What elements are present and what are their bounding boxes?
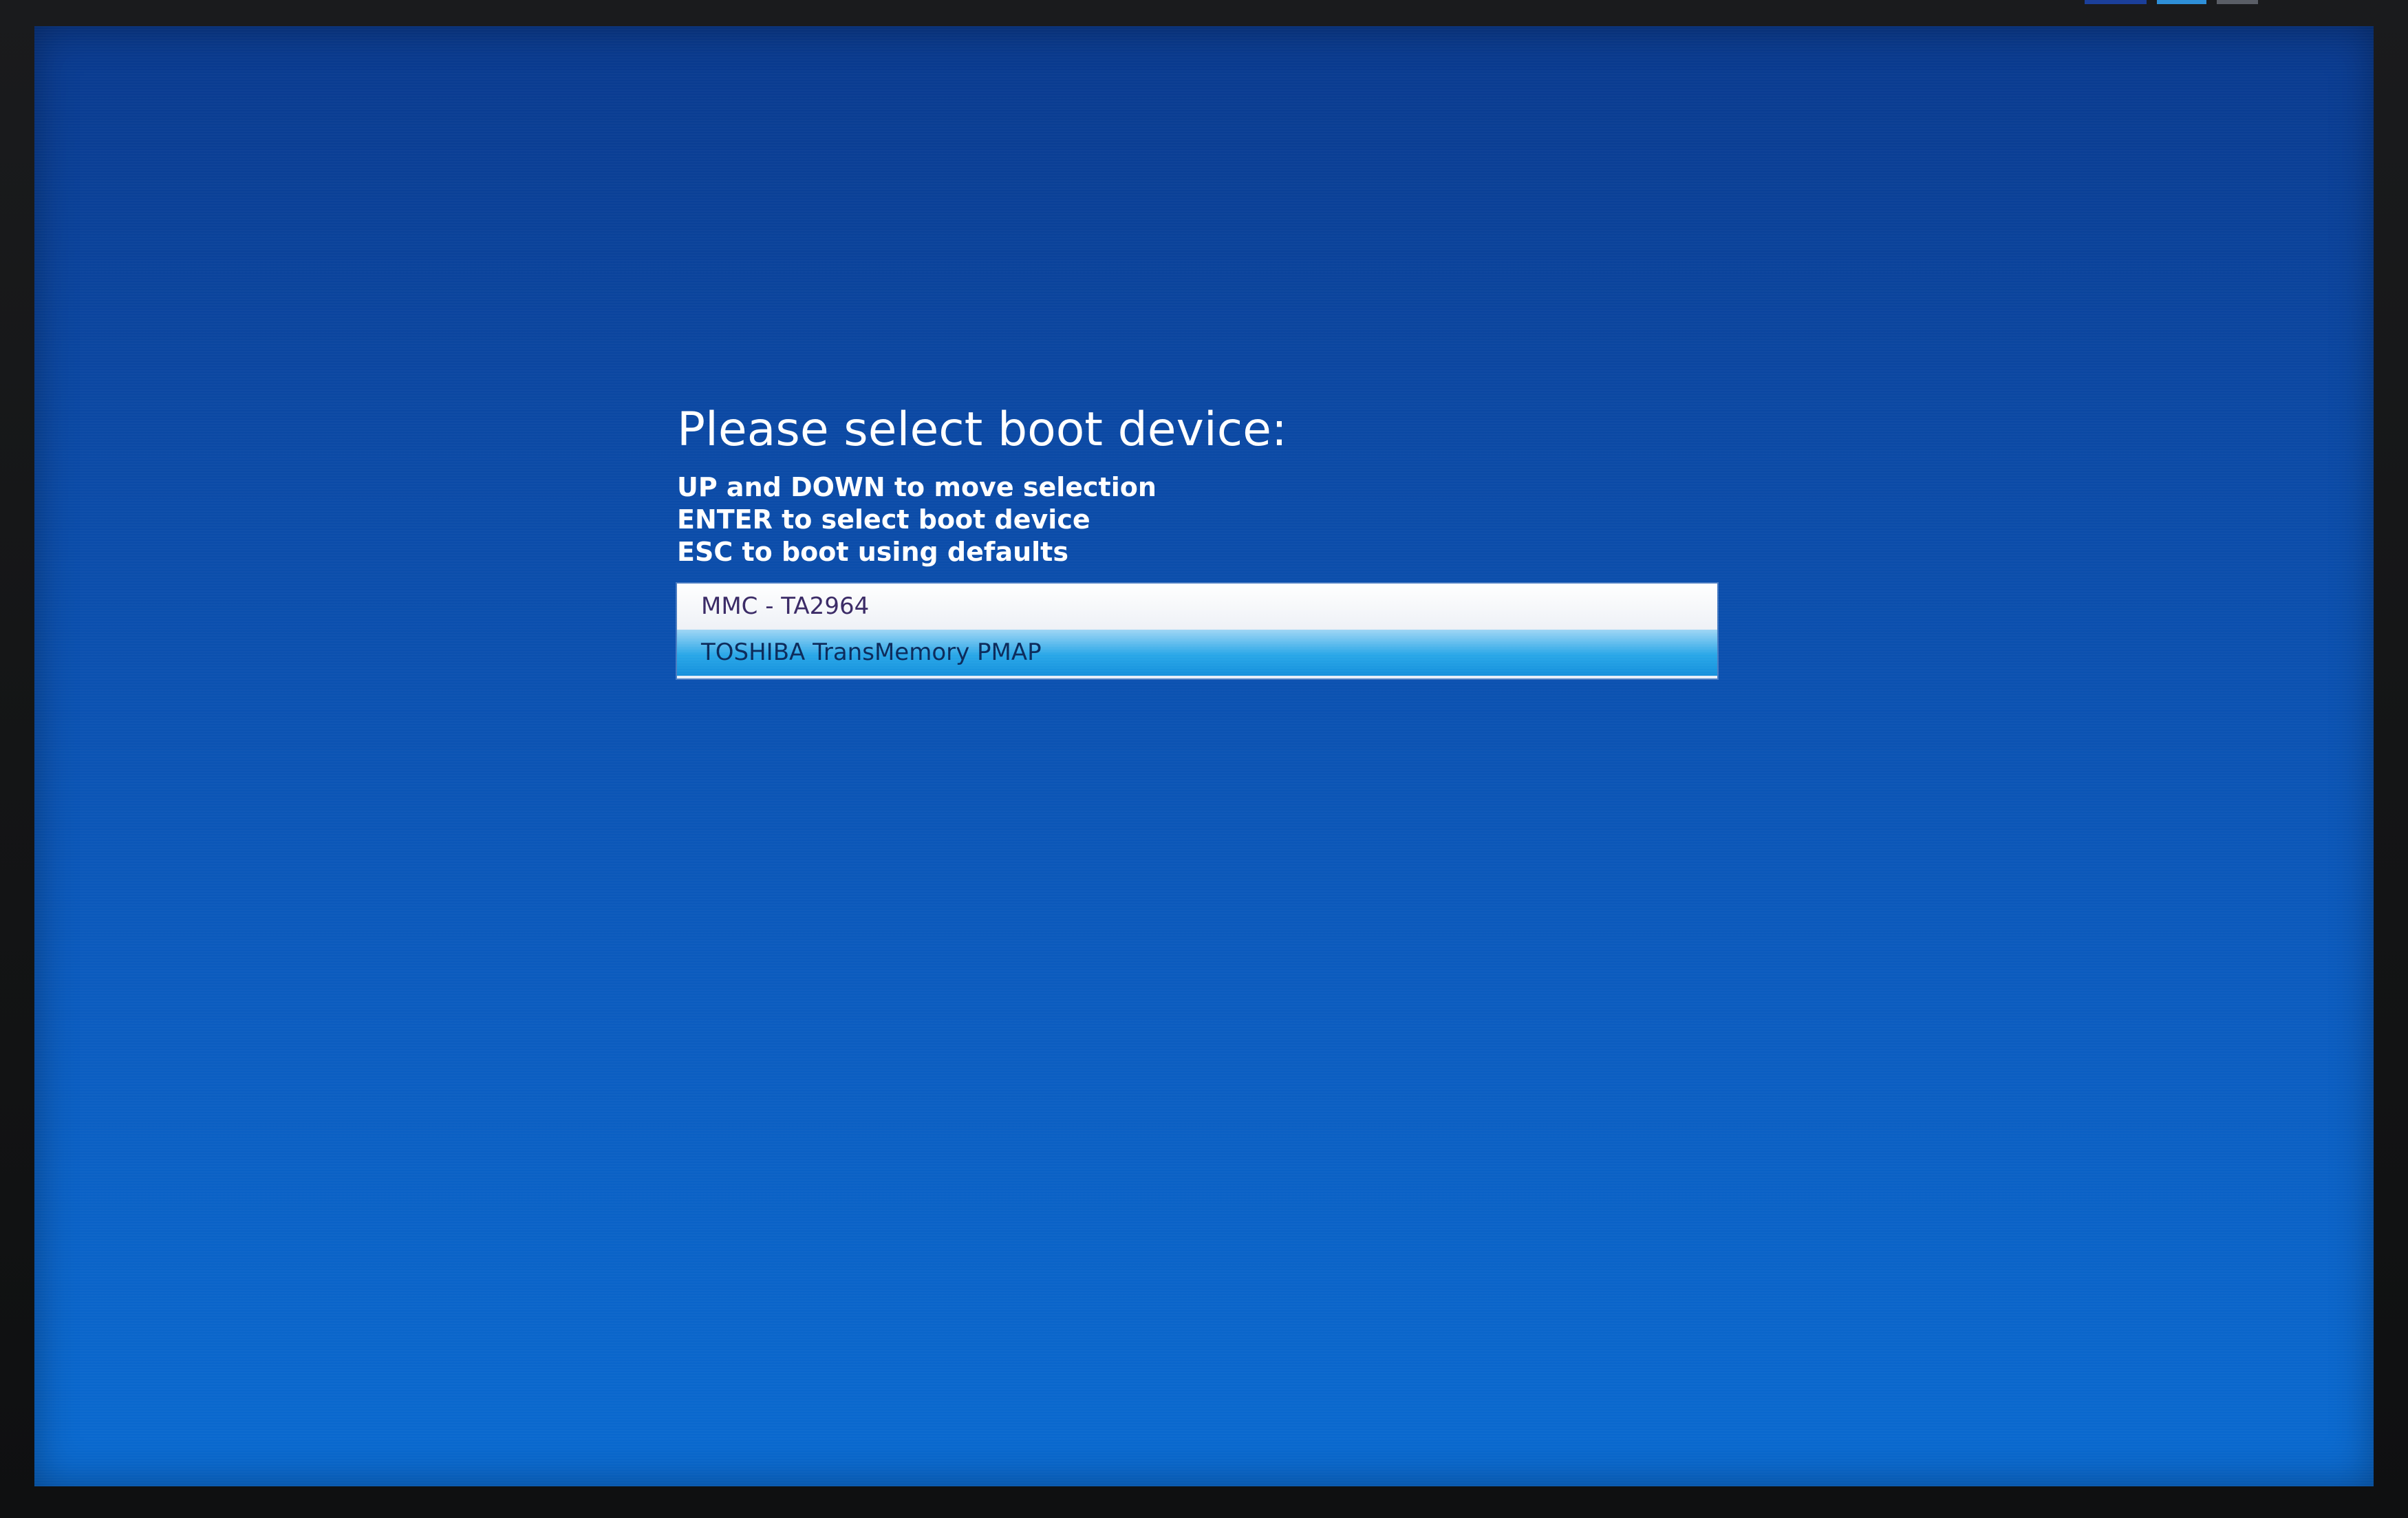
indicator-light-blue [2085, 0, 2147, 4]
boot-menu-title: Please select boot device: [677, 403, 1287, 457]
indicator-light-gray [2217, 0, 2258, 4]
instruction-select: ENTER to select boot device [677, 504, 1090, 535]
boot-device-toshiba-selected[interactable]: TOSHIBA TransMemory PMAP [677, 629, 1717, 676]
indicator-light-cyan [2157, 0, 2206, 4]
instructions: UP and DOWN to move selection ENTER to s… [677, 471, 1750, 568]
boot-screen: Please select boot device: UP and DOWN t… [34, 26, 2374, 1486]
boot-device-list[interactable]: MMC - TA2964 TOSHIBA TransMemory PMAP [677, 583, 1717, 678]
boot-menu-panel: Please select boot device: UP and DOWN t… [677, 403, 1750, 678]
instruction-navigate: UP and DOWN to move selection [677, 471, 1157, 502]
boot-device-mmc[interactable]: MMC - TA2964 [677, 583, 1717, 630]
monitor-bezel: Please select boot device: UP and DOWN t… [0, 0, 2408, 1518]
instruction-default: ESC to boot using defaults [677, 536, 1068, 567]
